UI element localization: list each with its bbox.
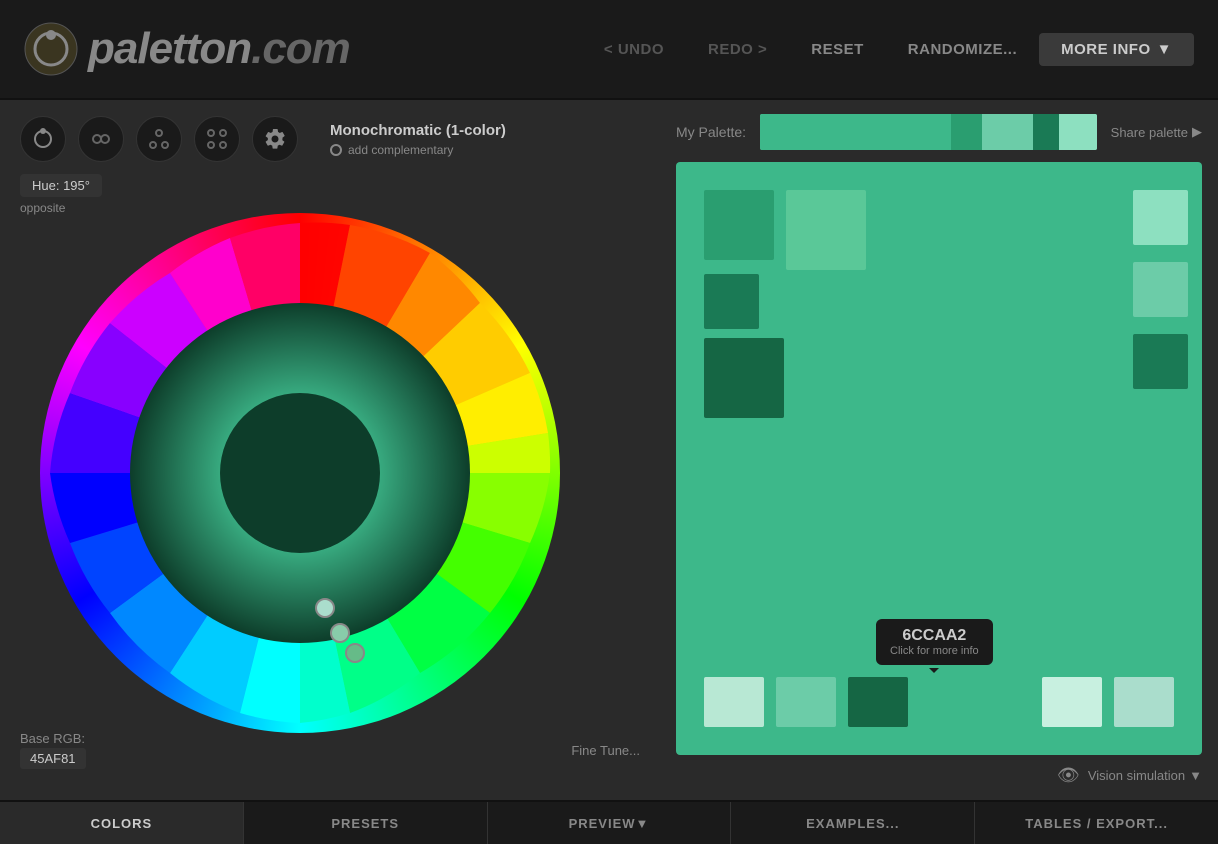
tab-preview[interactable]: PREVIEW ▼ <box>488 802 732 844</box>
tab-examples[interactable]: EXAMPLES... <box>731 802 975 844</box>
mode-mono-icon[interactable] <box>20 116 66 162</box>
logo-text: paletton.com <box>88 24 350 74</box>
more-info-button[interactable]: MORE INFO ▼ <box>1039 33 1194 66</box>
redo-button[interactable]: REDO > <box>686 33 789 66</box>
swatch-tl-1[interactable] <box>704 190 774 260</box>
palette-seg-5 <box>1059 114 1097 150</box>
hue-box: Hue: 195° <box>20 174 102 197</box>
color-wheel-outer[interactable] <box>40 213 560 733</box>
preview-area[interactable]: 6CCAA2 Click for more info <box>676 162 1202 755</box>
swatch-bl-2[interactable] <box>776 677 836 727</box>
swatch-tr-2[interactable] <box>1133 262 1188 317</box>
swatch-br-2[interactable] <box>1114 677 1174 727</box>
vision-row: 👁 Vision simulation ▼ <box>676 765 1202 786</box>
vision-simulation-button[interactable]: Vision simulation ▼ <box>1088 768 1202 783</box>
add-complementary[interactable]: add complementary <box>330 143 506 157</box>
bottom-bar: COLORS PRESETS PREVIEW ▼ EXAMPLES... TAB… <box>0 800 1218 844</box>
wheel-dot-1 <box>316 599 334 617</box>
nav-buttons: < UNDO REDO > RESET RANDOMIZE... MORE IN… <box>582 33 1194 66</box>
logo-icon <box>24 22 78 76</box>
palette-seg-4 <box>1033 114 1058 150</box>
palette-seg-2 <box>951 114 983 150</box>
mode-row: Monochromatic (1-color) add complementar… <box>20 116 640 162</box>
tooltip-hex: 6CCAA2 <box>890 627 979 645</box>
swatch-tl-3[interactable] <box>704 274 759 329</box>
arrow-right-icon: ▶ <box>1192 124 1202 140</box>
chevron-down-icon-vision: ▼ <box>1189 768 1202 783</box>
randomize-button[interactable]: RANDOMIZE... <box>886 33 1039 66</box>
base-rgb-value: 45AF81 <box>20 748 86 769</box>
right-panel: My Palette: Share palette ▶ <box>660 100 1218 800</box>
swatch-tr-3[interactable] <box>1133 334 1188 389</box>
wheel-dot-3 <box>346 644 364 662</box>
color-wheel-svg[interactable] <box>40 213 560 733</box>
swatch-br-1[interactable] <box>1042 677 1102 727</box>
mode-info: Monochromatic (1-color) add complementar… <box>330 122 506 157</box>
mode-adjacent-icon[interactable] <box>78 116 124 162</box>
swatch-bl-1[interactable] <box>704 677 764 727</box>
header: paletton.com < UNDO REDO > RESET RANDOMI… <box>0 0 1218 100</box>
tooltip-hint: Click for more info <box>890 645 979 657</box>
tab-colors[interactable]: COLORS <box>0 802 244 844</box>
mode-settings-icon[interactable] <box>252 116 298 162</box>
reset-button[interactable]: RESET <box>789 33 886 66</box>
mode-triad-icon[interactable] <box>136 116 182 162</box>
palette-seg-3 <box>982 114 1033 150</box>
chevron-down-icon: ▼ <box>1157 41 1172 58</box>
wheel-dot-2 <box>331 624 349 642</box>
tab-tables-export[interactable]: TABLES / EXPORT... <box>975 802 1218 844</box>
swatch-tl-4[interactable] <box>704 338 784 418</box>
mode-title: Monochromatic (1-color) <box>330 122 506 139</box>
radio-dot <box>330 144 342 156</box>
tab-presets[interactable]: PRESETS <box>244 802 488 844</box>
mode-tetrad-icon[interactable] <box>194 116 240 162</box>
left-panel: Monochromatic (1-color) add complementar… <box>0 100 660 800</box>
main: Monochromatic (1-color) add complementar… <box>0 100 1218 800</box>
undo-button[interactable]: < UNDO <box>582 33 686 66</box>
palette-bar[interactable] <box>760 114 1097 150</box>
swatch-bl-3[interactable] <box>848 677 908 727</box>
tooltip: 6CCAA2 Click for more info <box>876 619 993 665</box>
eye-icon: 👁 <box>1057 765 1080 786</box>
swatch-tr-1[interactable] <box>1133 190 1188 245</box>
palette-label: My Palette: <box>676 124 746 140</box>
swatch-tl-2[interactable] <box>786 190 866 270</box>
palette-header: My Palette: Share palette ▶ <box>676 114 1202 150</box>
palette-seg-1 <box>760 114 951 150</box>
base-rgb-label: Base RGB: <box>20 731 86 746</box>
wheel-container[interactable] <box>20 223 580 723</box>
share-palette-button[interactable]: Share palette ▶ <box>1111 124 1202 140</box>
base-rgb-row: Base RGB: 45AF81 Fine Tune... <box>20 731 640 769</box>
fine-tune-button[interactable]: Fine Tune... <box>571 743 640 758</box>
arrow-down-icon: ▼ <box>636 816 650 831</box>
logo: paletton.com <box>24 22 350 76</box>
swatch-mr-1[interactable] <box>1133 462 1188 517</box>
